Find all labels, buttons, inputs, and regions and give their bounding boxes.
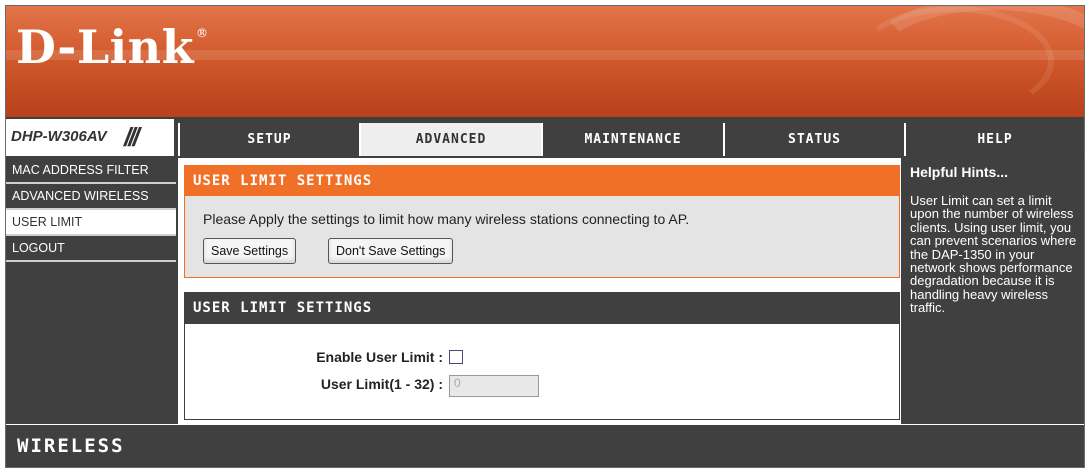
section-description: Please Apply the settings to limit how m… [203, 211, 690, 227]
user-limit-input[interactable]: 0 [449, 375, 539, 397]
footer-wireless-label: WIRELESS [17, 435, 125, 457]
banner-swoosh-inner [854, 6, 1054, 116]
helpful-hints-panel: Helpful Hints... User Limit can set a li… [904, 158, 1084, 424]
main-content: USER LIMIT SETTINGS Please Apply the set… [178, 158, 902, 424]
sidebar-item-advanced-wireless[interactable]: ADVANCED WIRELESS [6, 184, 176, 210]
router-admin-page: D-Link ® DHP-W306AV /// SETUP ADVANCED MA… [5, 5, 1085, 468]
logo-trademark: ® [195, 26, 209, 40]
tab-help[interactable]: HELP [904, 123, 1084, 156]
user-limit-value: 0 [454, 376, 461, 390]
hints-title: Helpful Hints... [910, 164, 1008, 180]
top-nav: DHP-W306AV /// SETUP ADVANCED MAINTENANC… [6, 119, 1084, 156]
enable-user-limit-checkbox[interactable] [449, 350, 463, 364]
model-slashes-icon: /// [124, 122, 140, 152]
footer-bar: WIRELESS [6, 424, 1084, 467]
settings-actions-box: USER LIMIT SETTINGS Please Apply the set… [184, 165, 900, 278]
tab-maintenance[interactable]: MAINTENANCE [541, 123, 723, 156]
dlink-logo: D-Link ® [16, 20, 208, 74]
logo-text: D-Link [16, 20, 194, 74]
sidebar-item-mac-address-filter[interactable]: MAC ADDRESS FILTER [6, 158, 176, 184]
sidebar-item-user-limit[interactable]: USER LIMIT [6, 210, 176, 236]
tab-advanced[interactable]: ADVANCED [359, 123, 541, 156]
sidebar: MAC ADDRESS FILTER ADVANCED WIRELESS USE… [6, 158, 176, 420]
section-title-top: USER LIMIT SETTINGS [185, 166, 899, 196]
header-banner: D-Link ® [6, 6, 1084, 117]
model-label: DHP-W306AV /// [6, 119, 176, 156]
dont-save-settings-button[interactable]: Don't Save Settings [328, 238, 454, 264]
user-limit-settings-box: USER LIMIT SETTINGS Enable User Limit : … [184, 292, 900, 420]
tab-setup[interactable]: SETUP [178, 123, 359, 156]
hints-body: User Limit can set a limit upon the numb… [910, 193, 1077, 316]
enable-user-limit-label: Enable User Limit : [316, 349, 443, 365]
tab-status[interactable]: STATUS [723, 123, 904, 156]
sidebar-item-logout[interactable]: LOGOUT [6, 236, 176, 262]
section-title-main: USER LIMIT SETTINGS [185, 293, 899, 324]
save-settings-button[interactable]: Save Settings [203, 238, 297, 264]
model-name: DHP-W306AV [11, 128, 107, 145]
user-limit-label: User Limit(1 - 32) : [320, 376, 443, 392]
